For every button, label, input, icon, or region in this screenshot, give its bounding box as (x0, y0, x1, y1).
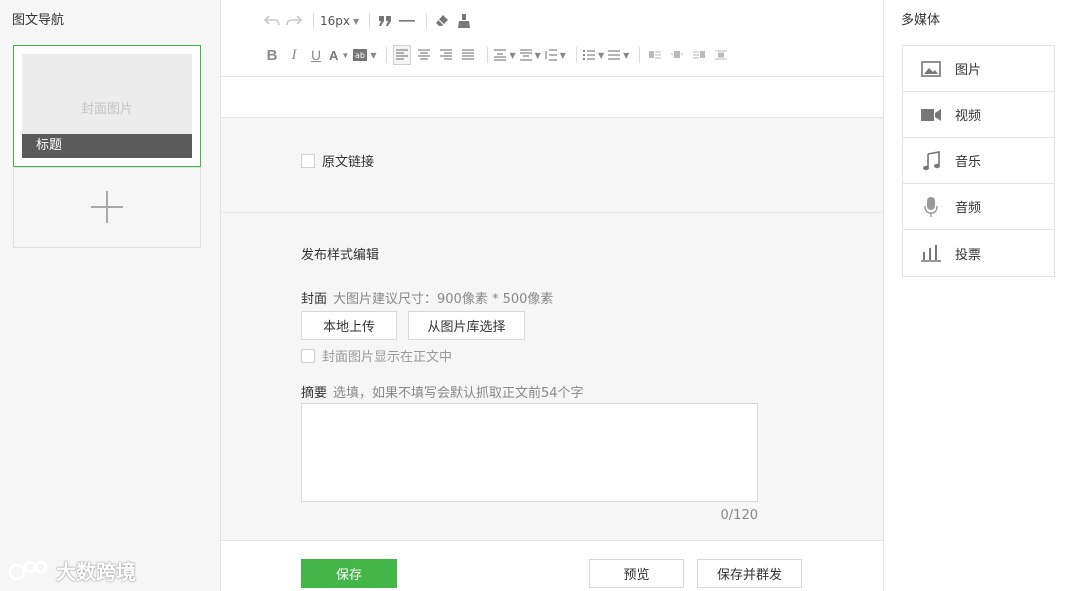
toolbar-separator (575, 47, 577, 63)
line-height-icon[interactable]: ▼ (545, 45, 566, 65)
preview-button[interactable]: 预览 (589, 559, 684, 588)
image-float-left-icon[interactable] (646, 45, 664, 65)
publish-settings-area: 原文链接 发布样式编辑 封面 大图片建议尺寸：900像素 * 500像素 本地上… (221, 118, 883, 541)
upload-local-button[interactable]: 本地上传 (301, 311, 397, 340)
summary-hint: 选填，如果不填写会默认抓取正文前54个字 (333, 386, 584, 401)
underline-icon[interactable]: U (307, 45, 325, 65)
line-spacing-below-icon[interactable]: ▼ (519, 45, 541, 65)
media-item-vote[interactable]: 投票 (903, 230, 1054, 276)
cover-size-hint: 大图片建议尺寸：900像素 * 500像素 (333, 292, 554, 307)
horizontal-rule-icon[interactable] (398, 11, 416, 31)
line-spacing-above-icon[interactable]: ▼ (494, 45, 516, 65)
toolbar-separator (426, 13, 428, 29)
multimedia-title: 多媒体 (901, 13, 941, 28)
toolbar-row-1: 16px ▼ (263, 11, 477, 31)
publish-style-title: 发布样式编辑 (301, 248, 380, 263)
show-cover-in-body-option[interactable]: 封面图片显示在正文中 (301, 346, 452, 365)
media-item-label: 图片 (955, 63, 982, 78)
svg-text:ab: ab (355, 51, 365, 60)
align-center-icon[interactable] (415, 45, 433, 65)
background-color-icon[interactable]: ab ▼ (353, 45, 376, 65)
show-cover-label: 封面图片显示在正文中 (322, 350, 453, 365)
cover-label-row: 封面 大图片建议尺寸：900像素 * 500像素 (301, 288, 553, 307)
multimedia-list: 图片 视频 音乐 音频 投票 (902, 45, 1055, 277)
blockquote-icon[interactable] (376, 11, 394, 31)
show-cover-checkbox[interactable] (301, 348, 315, 363)
microphone-icon (921, 196, 941, 217)
choose-from-library-button[interactable]: 从图片库选择 (408, 311, 525, 340)
original-link-checkbox[interactable] (301, 153, 315, 168)
article-title-input[interactable] (221, 77, 883, 118)
image-inline-icon[interactable] (668, 45, 686, 65)
original-link-option[interactable]: 原文链接 (301, 151, 374, 170)
article-navigation-panel: 图文导航 封面图片 标题 大数跨境 (0, 0, 221, 591)
align-right-icon[interactable] (437, 45, 455, 65)
article-title-bar: 标题 (22, 134, 192, 158)
section-divider (221, 212, 883, 213)
watermark: 大数跨境 (8, 556, 136, 585)
video-icon (921, 105, 941, 125)
toolbar-row-2: B I U A ▼ ab ▼ ▼ ▼ ▼ ▼ ▼ (263, 45, 734, 65)
image-float-right-icon[interactable] (690, 45, 708, 65)
media-item-label: 投票 (955, 247, 982, 263)
add-article-button[interactable] (13, 167, 201, 248)
media-item-label: 视频 (955, 109, 982, 124)
article-card-selected[interactable]: 封面图片 标题 (13, 45, 201, 167)
vote-chart-icon (921, 243, 941, 263)
image-center-icon[interactable] (712, 45, 730, 65)
summary-label: 摘要 (301, 386, 328, 401)
toolbar-separator (369, 13, 371, 29)
chevron-down-icon: ▼ (341, 50, 350, 60)
editor-area: 16px ▼ B I U A ▼ ab ▼ ▼ ▼ ▼ ▼ ▼ 原文链接 发布样… (221, 0, 883, 591)
article-navigation-title: 图文导航 (12, 13, 65, 28)
italic-icon[interactable]: I (285, 45, 303, 65)
cover-label: 封面 (301, 292, 328, 307)
media-item-label: 音频 (955, 201, 982, 216)
chevron-down-icon: ▼ (623, 50, 630, 60)
font-color-icon[interactable]: A ▼ (329, 45, 349, 65)
save-button[interactable]: 保存 (301, 559, 397, 588)
summary-char-counter: 0/120 (720, 508, 758, 523)
multimedia-panel: 多媒体 图片 视频 音乐 音频 投票 (883, 0, 1068, 591)
media-item-music[interactable]: 音乐 (903, 138, 1054, 184)
ordered-list-icon[interactable]: ▼ (582, 45, 605, 65)
media-item-image[interactable]: 图片 (903, 46, 1054, 92)
cover-image-label: 封面图片 (80, 102, 133, 117)
editor-footer: 保存 预览 保存并群发 (221, 540, 883, 591)
toolbar-separator (639, 47, 641, 63)
chevron-down-icon: ▼ (509, 50, 516, 60)
font-size-select[interactable]: 16px ▼ (320, 11, 359, 31)
image-icon (921, 59, 941, 79)
summary-label-row: 摘要 选填，如果不填写会默认抓取正文前54个字 (301, 382, 584, 401)
eraser-icon[interactable] (433, 11, 451, 31)
chevron-down-icon: ▼ (353, 16, 360, 26)
editor-toolbar: 16px ▼ B I U A ▼ ab ▼ ▼ ▼ ▼ ▼ ▼ (221, 0, 883, 77)
music-icon (921, 150, 941, 171)
redo-icon[interactable] (285, 11, 303, 31)
align-left-icon[interactable] (393, 45, 412, 65)
undo-icon[interactable] (263, 11, 281, 31)
font-size-value: 16px (320, 14, 350, 28)
plus-icon (91, 191, 123, 223)
toolbar-separator (487, 47, 489, 63)
save-and-publish-button[interactable]: 保存并群发 (697, 559, 802, 588)
toolbar-separator (386, 47, 388, 63)
bold-icon[interactable]: B (263, 45, 281, 65)
original-link-label: 原文链接 (322, 155, 375, 170)
chevron-down-icon: ▼ (559, 50, 566, 60)
media-item-video[interactable]: 视频 (903, 92, 1054, 138)
media-item-label: 音乐 (955, 155, 982, 170)
summary-textarea[interactable] (301, 403, 758, 502)
chevron-down-icon: ▼ (534, 50, 541, 60)
toolbar-separator (313, 13, 314, 29)
cover-image-placeholder: 封面图片 标题 (22, 54, 192, 158)
media-item-audio[interactable]: 音频 (903, 184, 1054, 230)
unordered-list-icon[interactable]: ▼ (608, 45, 629, 65)
chevron-down-icon: ▼ (370, 50, 377, 60)
align-justify-icon[interactable] (459, 45, 477, 65)
watermark-logo-icon (8, 560, 48, 580)
watermark-text: 大数跨境 (56, 560, 136, 584)
chevron-down-icon: ▼ (597, 50, 605, 60)
format-brush-icon[interactable] (455, 11, 473, 31)
